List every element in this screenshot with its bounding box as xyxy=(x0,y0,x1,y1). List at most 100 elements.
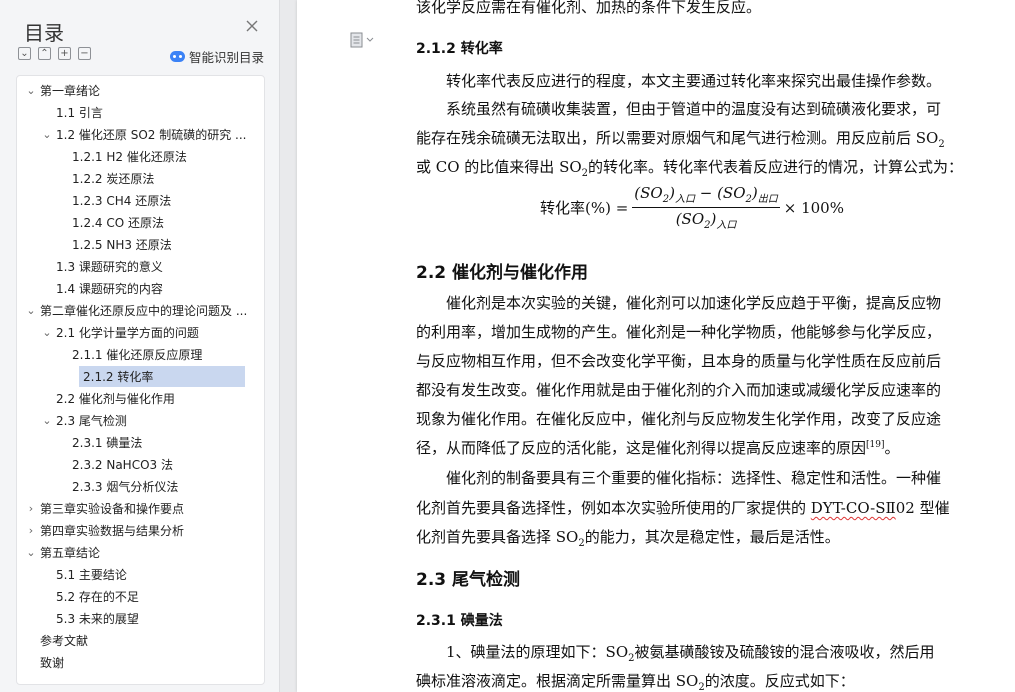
toc-item[interactable]: 1.2.3 CH4 还原法 xyxy=(57,190,257,211)
toc-toolbar: ⌄ ⌃ + − xyxy=(18,47,91,63)
chevron-right-icon[interactable]: › xyxy=(25,502,37,515)
toc-item[interactable]: 参考文献 xyxy=(25,630,257,651)
paragraph-line: 催化剂的制备要具有三个重要的催化指标：选择性、稳定性和活性。一种催 xyxy=(446,469,942,487)
toc-item[interactable]: 1.4 课题研究的内容 xyxy=(41,278,257,299)
toc-item-label: 1.1 引言 xyxy=(56,106,103,120)
collapse-all-icon[interactable]: ⌄ xyxy=(18,47,31,60)
toc-item[interactable]: 5.1 主要结论 xyxy=(41,564,257,585)
toc-item-label: 2.3.3 烟气分析仪法 xyxy=(72,480,179,494)
toc-item[interactable]: › 第四章实验数据与结果分析 xyxy=(25,520,257,541)
toc-item-label: 2.3.2 NaHCO3 法 xyxy=(72,458,173,472)
chevron-down-icon[interactable]: ⌄ xyxy=(41,414,53,427)
document-page: 该化学反应需在有催化剂、加热的条件下发生反应。 2.1.2 转化率 转化率代表反… xyxy=(297,0,1015,692)
paragraph-line: 能存在残余硫磺无法取出，所以需要对原烟气和尾气进行检测。用反应前后 SO2 xyxy=(416,129,945,150)
toc-item-label: 第二章催化还原反应中的理论问题及 ... xyxy=(40,304,248,318)
paragraph-line: 与反应物相互作用，但不会改变化学平衡，且本身的质量与化学性质在反应前后 xyxy=(416,352,942,370)
paragraph-line: 的利用率，增加生成物的产生。催化剂是一种化学物质，他能够参与化学反应， xyxy=(416,323,942,341)
toc-item[interactable]: › 第三章实验设备和操作要点 xyxy=(25,498,257,519)
toc-item-label: 第五章结论 xyxy=(40,546,101,560)
toc-item-label: 1.2 催化还原 SO2 制硫磺的研究 ... xyxy=(56,128,247,142)
paragraph-line: 化剂首先要具备选择 SO2的能力，其次是稳定性，最后是活性。 xyxy=(416,528,840,549)
toc-item-label: 5.3 未来的展望 xyxy=(56,612,139,626)
add-icon[interactable]: + xyxy=(58,47,71,60)
remove-icon[interactable]: − xyxy=(78,47,91,60)
paragraph-line: 系统虽然有硫磺收集装置，但由于管道中的温度没有达到硫磺液化要求，可 xyxy=(446,100,942,118)
toc-item-label: 5.1 主要结论 xyxy=(56,568,127,582)
heading-2-1-2: 2.1.2 转化率 xyxy=(416,41,503,57)
toc-item-label: 5.2 存在的不足 xyxy=(56,590,139,604)
toc-item-label: 第四章实验数据与结果分析 xyxy=(40,524,185,538)
toc-item[interactable]: 1.3 课题研究的意义 xyxy=(41,256,257,277)
toc-item[interactable]: 2.3.3 烟气分析仪法 xyxy=(57,476,257,497)
smart-toc-button[interactable]: 智能识别目录 xyxy=(170,47,264,66)
paragraph-line: 化剂首先要具备选择性，例如本次实验所使用的厂家提供的 DYT-CO-SⅡ02 型… xyxy=(416,499,950,517)
toc-item-label: 第一章绪论 xyxy=(40,84,101,98)
formula-fraction: (SO2)入口 − (SO2)出口 (SO2)入口 xyxy=(632,184,780,231)
paragraph-line: 该化学反应需在有催化剂、加热的条件下发生反应。 xyxy=(416,0,762,16)
toc-item[interactable]: 致谢 xyxy=(25,652,257,673)
paragraph-line: 或 CO 的比值来得出 SO2的转化率。转化率代表着反应进行的情况，计算公式为： xyxy=(416,158,964,179)
paragraph-line: 都没有发生改变。催化作用就是由于催化剂的介入而加速或减缓化学反应速率的 xyxy=(416,381,942,399)
toc-item-selected[interactable]: 2.1.2 转化率 xyxy=(79,366,245,387)
toc-item[interactable]: ⌄ 第五章结论 xyxy=(25,542,257,563)
toc-item[interactable]: ⌄ 2.3 尾气检测 xyxy=(41,410,257,431)
paragraph-line: 催化剂是本次实验的关键，催化剂可以加速化学反应趋于平衡，提高反应物 xyxy=(446,294,942,312)
toc-item[interactable]: 5.2 存在的不足 xyxy=(41,586,257,607)
toc-item[interactable]: 2.3.1 碘量法 xyxy=(57,432,257,453)
toc-item[interactable]: 5.3 未来的展望 xyxy=(41,608,257,629)
citation[interactable]: [19] xyxy=(866,440,884,450)
heading-2-3-1: 2.3.1 碘量法 xyxy=(416,613,503,629)
toc-item[interactable]: 1.1 引言 xyxy=(41,102,257,123)
toc-item-label: 1.2.3 CH4 还原法 xyxy=(72,194,172,208)
toc-item-label: 2.2 催化剂与催化作用 xyxy=(56,392,175,406)
toc-item-label: 1.3 课题研究的意义 xyxy=(56,260,163,274)
chevron-down-icon[interactable]: ⌄ xyxy=(25,84,37,97)
toc-item-label: 1.2.2 炭还原法 xyxy=(72,172,155,186)
chevron-down-icon[interactable]: ⌄ xyxy=(25,546,37,559)
paragraph-line: 现象为催化作用。在催化反应中，催化剂与反应物发生化学作用，改变了反应途 xyxy=(416,410,942,428)
formula-numerator: (SO2)入口 − (SO2)出口 xyxy=(632,184,780,208)
robot-icon xyxy=(170,51,185,62)
toc-item[interactable]: 1.2.5 NH3 还原法 xyxy=(57,234,257,255)
conversion-formula: 转化率(%) = (SO2)入口 − (SO2)出口 (SO2)入口 × 100… xyxy=(540,184,844,231)
toc-item-label: 2.3 尾气检测 xyxy=(56,414,127,428)
chevron-right-icon[interactable]: › xyxy=(25,524,37,537)
paragraph-line: 转化率代表反应进行的程度，本文主要通过转化率来探究出最佳操作参数。 xyxy=(446,72,942,90)
toc-item[interactable]: 1.2.2 炭还原法 xyxy=(57,168,257,189)
expand-all-icon[interactable]: ⌃ xyxy=(38,47,51,60)
heading-2-3: 2.3 尾气检测 xyxy=(416,570,521,590)
toc-item-label: 参考文献 xyxy=(40,634,89,648)
paragraph-line: 1、碘量法的原理如下：SO2被氨基磺酸铵及硫酸铵的混合液吸收，然后用 xyxy=(446,643,935,664)
toc-item[interactable]: ⌄ 1.2 催化还原 SO2 制硫磺的研究 ... xyxy=(41,124,257,145)
formula-denominator: (SO2)入口 xyxy=(675,210,737,231)
formula-rhs: × 100% xyxy=(783,198,844,217)
toc-item-label: 2.1.2 转化率 xyxy=(83,370,154,384)
sidebar-title: 目录 xyxy=(24,21,64,45)
toc-item-label: 1.2.5 NH3 还原法 xyxy=(72,238,172,252)
toc-item[interactable]: 2.1.1 催化还原反应原理 xyxy=(57,344,257,365)
toc-item-label: 1.4 课题研究的内容 xyxy=(56,282,163,296)
toc-item-label: 2.1.1 催化还原反应原理 xyxy=(72,348,203,362)
spellcheck-word[interactable]: DYT-CO-SⅡ xyxy=(811,499,896,517)
paragraph-line: 径，从而降低了反应的活化能，这是催化剂得以提高反应速率的原因[19]。 xyxy=(416,439,900,457)
toc-item[interactable]: 1.2.1 H2 催化还原法 xyxy=(57,146,257,167)
document-menu-icon[interactable] xyxy=(350,32,376,48)
toc-item-label: 第三章实验设备和操作要点 xyxy=(40,502,185,516)
close-icon[interactable] xyxy=(244,18,260,34)
toc-item[interactable]: ⌄ 第二章催化还原反应中的理论问题及 ... xyxy=(25,300,257,321)
toc-item[interactable]: 2.2 催化剂与催化作用 xyxy=(41,388,257,409)
toc-item[interactable]: 2.3.2 NaHCO3 法 xyxy=(57,454,257,475)
toc-item-label: 1.2.1 H2 催化还原法 xyxy=(72,150,187,164)
toc-item[interactable]: ⌄ 第一章绪论 xyxy=(25,80,257,101)
toc-item[interactable]: ⌄ 2.1 化学计量学方面的问题 xyxy=(41,322,257,343)
chevron-down-icon[interactable]: ⌄ xyxy=(41,326,53,339)
toc-item-label: 1.2.4 CO 还原法 xyxy=(72,216,164,230)
smart-toc-label: 智能识别目录 xyxy=(189,50,265,65)
chevron-down-icon[interactable]: ⌄ xyxy=(41,128,53,141)
document-area: 该化学反应需在有催化剂、加热的条件下发生反应。 2.1.2 转化率 转化率代表反… xyxy=(280,0,1015,692)
chevron-down-icon[interactable]: ⌄ xyxy=(25,304,37,317)
toc-list: ⌄ 第一章绪论 1.1 引言 ⌄ 1.2 催化还原 SO2 制硫磺的研究 ... 1.2.… xyxy=(16,75,265,685)
toc-sidebar: 目录 ⌄ ⌃ + − 智能识别目录 ⌄ 第一章绪论 1.1 引言 ⌄ 1.2 催化还原 … xyxy=(0,0,280,692)
heading-2-2: 2.2 催化剂与催化作用 xyxy=(416,263,589,283)
toc-item[interactable]: 1.2.4 CO 还原法 xyxy=(57,212,257,233)
